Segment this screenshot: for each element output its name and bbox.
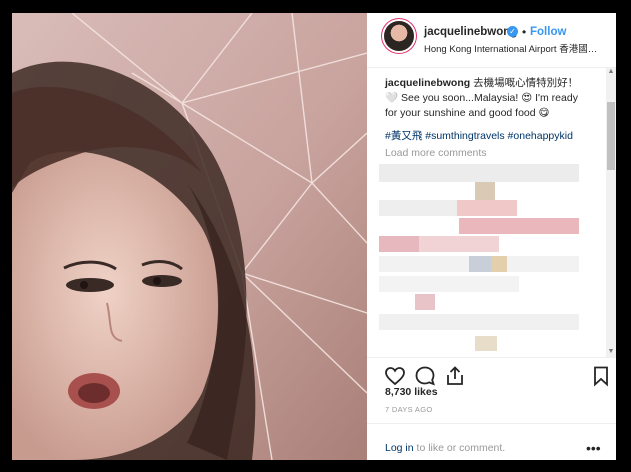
verified-badge-icon: ✓ (507, 26, 518, 37)
bookmark-icon[interactable] (589, 364, 613, 388)
post-sidebar: jacquelinebwong ✓ • Follow Hong Kong Int… (367, 13, 616, 460)
share-icon[interactable] (443, 364, 467, 388)
caption-hashtags[interactable]: #黃又飛 #sumthingtravels #onehappykid (385, 128, 600, 143)
location-link[interactable]: Hong Kong International Airport 香港國際機場 (424, 41, 599, 55)
heart-icon[interactable] (383, 364, 407, 388)
post-photo[interactable] (12, 13, 367, 460)
caption-username[interactable]: jacquelinebwong (385, 77, 470, 89)
load-more-comments-button[interactable]: Load more comments (385, 147, 487, 159)
caption: jacquelinebwong 去機場嘅心情特別好！🤍 See you soon… (385, 76, 590, 121)
post-header: jacquelinebwong ✓ • Follow Hong Kong Int… (367, 13, 616, 68)
profile-username[interactable]: jacquelinebwong (424, 26, 517, 38)
login-link[interactable]: Log in (385, 442, 414, 454)
comment-icon[interactable] (413, 364, 437, 388)
avatar[interactable] (384, 21, 414, 51)
selfie-illustration (12, 13, 367, 460)
follow-button[interactable]: Follow (530, 26, 566, 38)
comments-section: jacquelinebwong 去機場嘅心情特別好！🤍 See you soon… (367, 68, 616, 351)
scroll-thumb[interactable] (607, 102, 615, 170)
separator-dot: • (522, 25, 527, 39)
scroll-up-arrow[interactable]: ▲ (607, 68, 615, 78)
like-count[interactable]: 8,730 likes (385, 386, 438, 398)
post-dialog: jacquelinebwong ✓ • Follow Hong Kong Int… (12, 13, 616, 460)
action-bar (367, 357, 616, 388)
login-prompt-text: to like or comment. (413, 442, 506, 454)
comments-scrollbar[interactable]: ▲ ▼ (606, 68, 616, 358)
post-timestamp[interactable]: 7 DAYS AGO (385, 405, 432, 414)
post-footer: Log in to like or comment. ••• (367, 423, 616, 460)
blurred-comments (379, 164, 579, 351)
more-options-button[interactable]: ••• (586, 440, 601, 456)
login-prompt: Log in to like or comment. (385, 442, 505, 454)
